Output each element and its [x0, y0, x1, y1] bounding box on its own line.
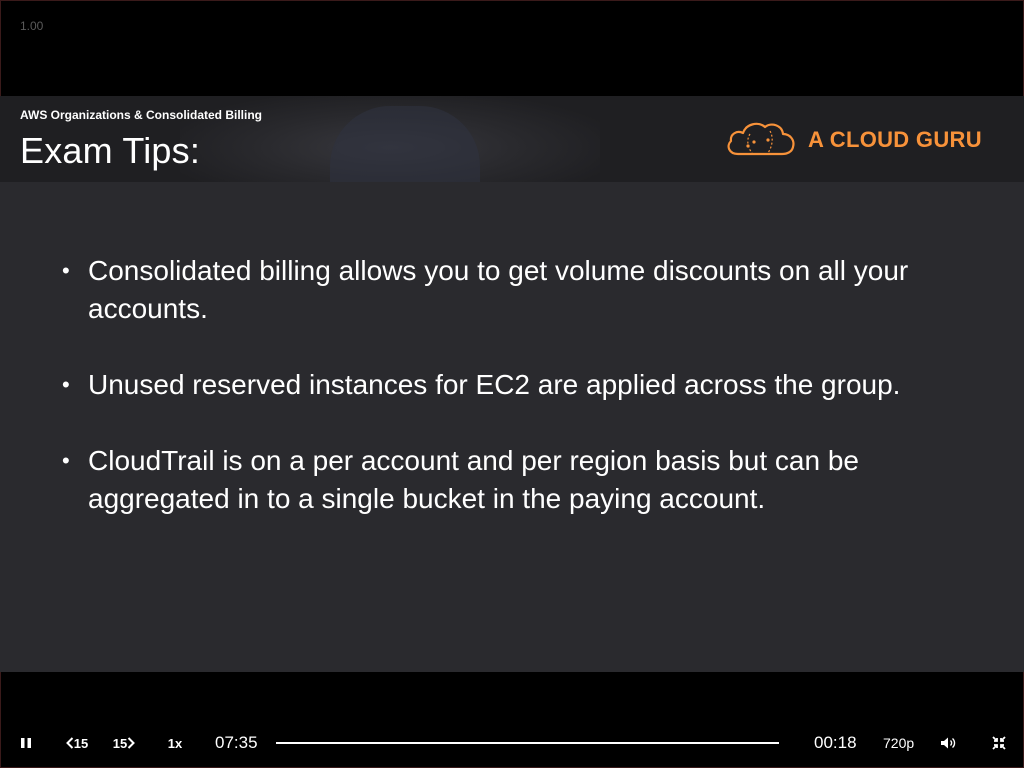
forward-15-label: 15: [112, 735, 128, 751]
exit-fullscreen-icon: [992, 736, 1006, 750]
course-title: AWS Organizations & Consolidated Billing: [20, 108, 263, 122]
playback-rate-button[interactable]: 1x: [160, 722, 190, 764]
remaining-time: 00:18: [814, 733, 857, 752]
bullet-icon: •: [62, 448, 70, 473]
volume-icon: [941, 737, 956, 749]
tip-text: Unused reserved instances for EC2 are ap…: [88, 369, 901, 400]
video-slide[interactable]: AWS Organizations & Consolidated Billing…: [0, 96, 1024, 672]
tip-item: • Unused reserved instances for EC2 are …: [62, 366, 942, 404]
section-title: Exam Tips:: [20, 130, 201, 171]
tip-text: CloudTrail is on a per account and per r…: [88, 445, 859, 514]
chevron-left-icon: [65, 737, 73, 749]
playback-speed-readout: 1.00: [20, 19, 44, 33]
rewind-15-button[interactable]: 15: [62, 722, 92, 764]
pause-icon: [21, 738, 31, 748]
brand-logo: A CLOUD GURU: [724, 118, 982, 162]
cloud-logo-icon: [727, 122, 795, 156]
volume-button[interactable]: [938, 722, 960, 764]
exit-fullscreen-button[interactable]: [988, 722, 1010, 764]
bullet-icon: •: [62, 258, 70, 283]
tip-text: Consolidated billing allows you to get v…: [88, 255, 909, 324]
brand-name: A CLOUD GURU: [808, 127, 982, 152]
chevron-right-icon: [128, 737, 136, 749]
tip-item: • Consolidated billing allows you to get…: [62, 252, 942, 328]
tip-item: • CloudTrail is on a per account and per…: [62, 442, 942, 518]
progress-bar[interactable]: [276, 742, 779, 744]
elapsed-time: 07:35: [215, 733, 258, 752]
rewind-15-label: 15: [73, 735, 89, 751]
pause-button[interactable]: [12, 722, 40, 764]
quality-selector[interactable]: 720p: [883, 722, 914, 764]
bullet-icon: •: [62, 372, 70, 397]
player-controls: 15 15 1x 07:35 00:18 720p: [0, 722, 1024, 764]
tips-list: • Consolidated billing allows you to get…: [62, 252, 942, 556]
forward-15-button[interactable]: 15: [109, 722, 139, 764]
slide-header: AWS Organizations & Consolidated Billing…: [0, 96, 1024, 182]
